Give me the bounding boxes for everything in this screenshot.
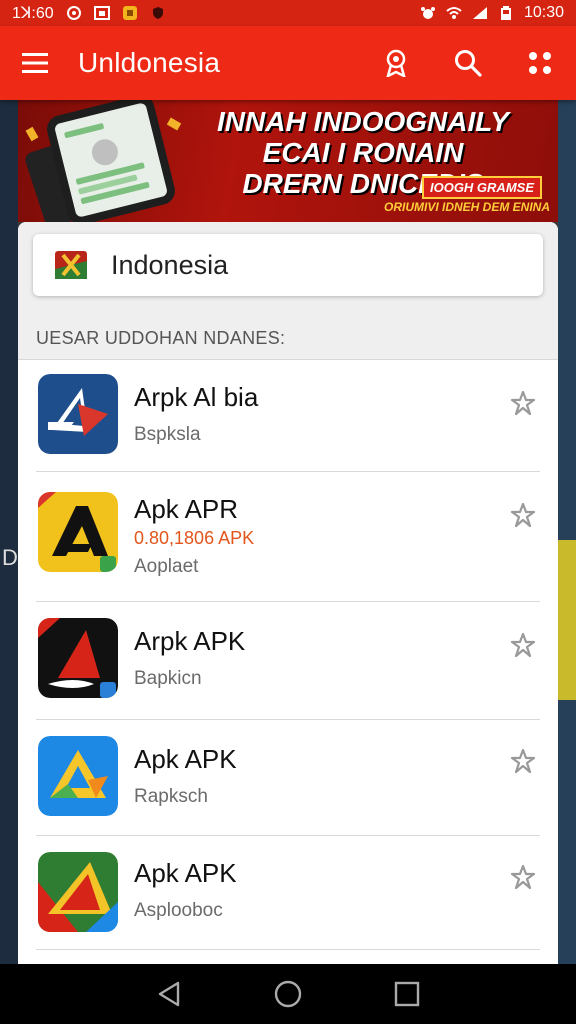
- app-version: 0.80,1806 APK: [134, 528, 255, 548]
- side-letter: D: [2, 545, 18, 570]
- shield-icon: [152, 7, 163, 19]
- banner-line: ECAI I RONAIN: [262, 137, 464, 168]
- section-header: UESAR UDDOHAN NDANES:: [36, 328, 286, 348]
- list-item[interactable]: Arpk Al bia Bspksla: [18, 360, 558, 472]
- banner-line: INNAH INDOOGNAILY: [217, 106, 509, 137]
- background-left: D: [0, 100, 18, 964]
- more-icon: [529, 52, 551, 74]
- content-sheet: Indonesia UESAR UDDOHAN NDANES: Arpk Al …: [18, 222, 558, 964]
- list-item[interactable]: Apk APR 0.80,1806 APK Aoplaet: [18, 472, 558, 602]
- app-list: Arpk Al bia Bspksla Apk APR 0.80,1806 AP…: [18, 360, 558, 950]
- app-name: Apk APK: [134, 858, 237, 888]
- status-time-left: 1ꓘ:60: [12, 5, 54, 22]
- home-icon: [274, 980, 302, 1008]
- yellow-a-icon: [38, 492, 118, 572]
- list-item[interactable]: Apk APK Asplooboc: [18, 836, 558, 950]
- list-item[interactable]: Apk APK Rapksch: [18, 720, 558, 836]
- app-name: Apk APR: [134, 494, 239, 524]
- blue-a-icon: [38, 374, 118, 454]
- app-subtitle: Bapkicn: [134, 668, 202, 689]
- wifi-icon: [446, 7, 462, 19]
- app-name: Apk APK: [134, 744, 237, 774]
- back-button[interactable]: [152, 977, 186, 1011]
- search-button[interactable]: [452, 47, 484, 79]
- country-flag-icon: [55, 251, 87, 279]
- more-button[interactable]: [524, 47, 556, 79]
- app-name: Arpk Al bia: [134, 382, 259, 412]
- promo-banner[interactable]: INNAH INDOOGNAILY ECAI I RONAIN DRERN DN…: [18, 100, 558, 222]
- favorite-icon[interactable]: [510, 390, 536, 416]
- signal-icon: [472, 7, 487, 19]
- notification-icon: [66, 6, 81, 20]
- status-bar: 1ꓘ:60 10:30: [0, 0, 576, 26]
- country-selector[interactable]: Indonesia: [33, 234, 543, 296]
- banner-fine-print: ORIUMIVI IDNEH DEM ENINA: [383, 200, 550, 214]
- recents-button[interactable]: [390, 977, 424, 1011]
- app-badge-icon: [122, 6, 137, 20]
- recents-icon: [394, 981, 419, 1007]
- app-bar: Unldonesia: [0, 26, 576, 100]
- list-item[interactable]: Arpk APK Bapkicn: [18, 602, 558, 720]
- red-black-a-icon: [38, 618, 118, 698]
- blue-yellow-a-icon: [38, 736, 118, 816]
- app-subtitle: Asplooboc: [134, 900, 223, 921]
- award-icon: [386, 49, 406, 77]
- app-subtitle: Aoplaet: [134, 556, 199, 577]
- app-subtitle: Bspksla: [134, 424, 201, 445]
- menu-button[interactable]: [20, 47, 52, 79]
- favorite-icon[interactable]: [510, 864, 536, 890]
- banner-tag: IOOGH GRAMSE: [421, 176, 542, 199]
- app-title: Unldonesia: [78, 47, 221, 78]
- favorite-icon[interactable]: [510, 502, 536, 528]
- background-right: [558, 100, 576, 964]
- hamburger-icon: [22, 53, 48, 73]
- favorite-icon[interactable]: [510, 632, 536, 658]
- search-icon: [455, 50, 482, 77]
- multicolor-a-icon: [38, 852, 118, 932]
- app-name: Arpk APK: [134, 626, 246, 656]
- alarm-icon: [420, 7, 435, 19]
- navigation-bar: [0, 964, 576, 1024]
- country-label: Indonesia: [111, 249, 229, 280]
- back-icon: [159, 981, 180, 1007]
- home-button[interactable]: [271, 977, 305, 1011]
- status-time: 10:30: [523, 4, 564, 21]
- battery-icon: [500, 6, 511, 20]
- award-button[interactable]: [380, 47, 412, 79]
- photo-icon: [93, 6, 110, 20]
- app-subtitle: Rapksch: [134, 786, 208, 807]
- favorite-icon[interactable]: [510, 748, 536, 774]
